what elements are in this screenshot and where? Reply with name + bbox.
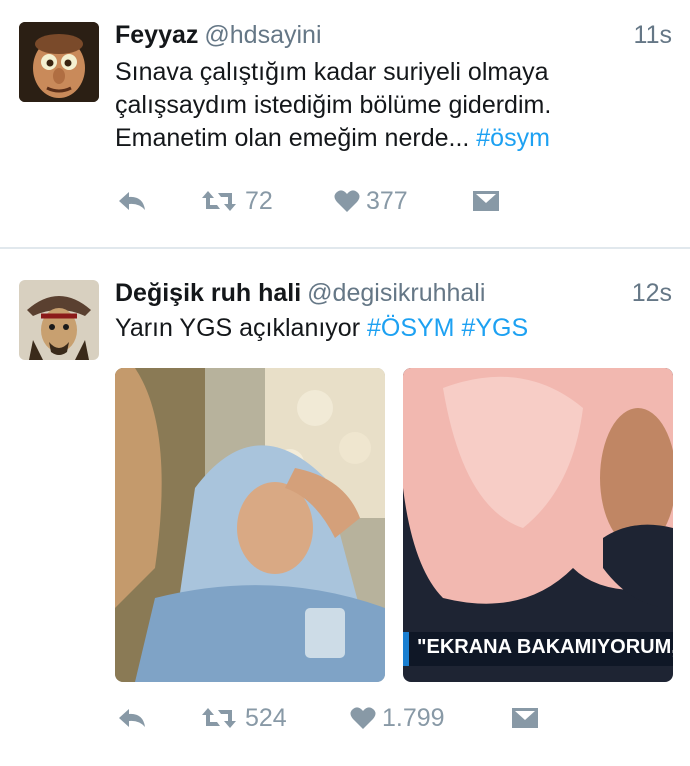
tweet-text: Sınava çalıştığım kadar suriyeli olmaya … xyxy=(115,56,670,155)
reply-button[interactable] xyxy=(117,181,147,221)
timestamp[interactable]: 11s xyxy=(634,18,672,52)
retweet-icon xyxy=(202,191,236,211)
dm-icon xyxy=(512,708,538,728)
tweet-1[interactable]: Feyyaz @hdsayini 11s Sınava çalıştığım ka… xyxy=(0,0,690,248)
like-button[interactable]: 377 xyxy=(334,181,408,221)
retweet-count: 72 xyxy=(245,186,273,215)
tweet-actions: 524 1.799 xyxy=(115,698,675,738)
heart-icon xyxy=(334,190,360,212)
dm-icon xyxy=(473,191,499,211)
like-button[interactable]: 1.799 xyxy=(350,698,445,738)
tweet-text-line: Emanetim olan emeğim nerde... #ösym xyxy=(115,122,670,155)
like-count: 377 xyxy=(366,186,408,215)
avatar-image xyxy=(19,280,99,360)
retweet-count: 524 xyxy=(245,703,287,732)
tweet-divider xyxy=(0,247,690,249)
tweet-text: Yarın YGS açıklanıyor #ÖSYM #YGS xyxy=(115,312,670,345)
avatar[interactable] xyxy=(19,22,99,102)
tv-banner-text: "EKRANA BAKAMIYORUM, M xyxy=(417,636,673,658)
reply-icon xyxy=(119,192,145,210)
avatar[interactable] xyxy=(19,280,99,360)
reply-icon xyxy=(119,709,145,727)
hashtag-link[interactable]: #YGS xyxy=(461,314,528,342)
direct-message-button[interactable] xyxy=(472,181,500,221)
reply-button[interactable] xyxy=(117,698,147,738)
hashtag-link[interactable]: #ÖSYM xyxy=(367,314,455,342)
direct-message-button[interactable] xyxy=(511,698,539,738)
tweet-text-line: çalışsaydım istediğim bölüme giderdim. xyxy=(115,91,552,119)
heart-icon xyxy=(350,707,376,729)
display-name[interactable]: Feyyaz xyxy=(115,21,198,49)
tweet-actions: 72 377 xyxy=(115,181,675,221)
username[interactable]: @degisikruhhali xyxy=(307,279,485,307)
tweet-text-line: Sınava çalıştığım kadar suriyeli olmaya xyxy=(115,58,549,86)
display-name[interactable]: Değişik ruh hali xyxy=(115,279,301,307)
media-image-left[interactable] xyxy=(115,368,385,682)
retweet-icon xyxy=(202,708,236,728)
timestamp[interactable]: 12s xyxy=(632,276,672,310)
like-count: 1.799 xyxy=(382,703,445,732)
hashtag-link[interactable]: #ösym xyxy=(476,124,550,152)
photo-woman-headache xyxy=(115,368,385,682)
tweet-text-fragment: Emanetim olan emeğim nerde... xyxy=(115,124,477,152)
retweet-button[interactable]: 72 xyxy=(201,181,273,221)
photo-woman-pink-scarf xyxy=(403,368,673,682)
avatar-image xyxy=(19,22,99,102)
tweet-header: Feyyaz @hdsayini 11s xyxy=(115,18,672,52)
media-image-right[interactable]: "EKRANA BAKAMIYORUM, M xyxy=(403,368,673,682)
username[interactable]: @hdsayini xyxy=(204,21,321,49)
retweet-button[interactable]: 524 xyxy=(201,698,287,738)
tweet-header: Değişik ruh hali @degisikruhhali 12s xyxy=(115,276,672,310)
tweet-text-fragment: Yarın YGS açıklanıyor xyxy=(115,314,367,342)
